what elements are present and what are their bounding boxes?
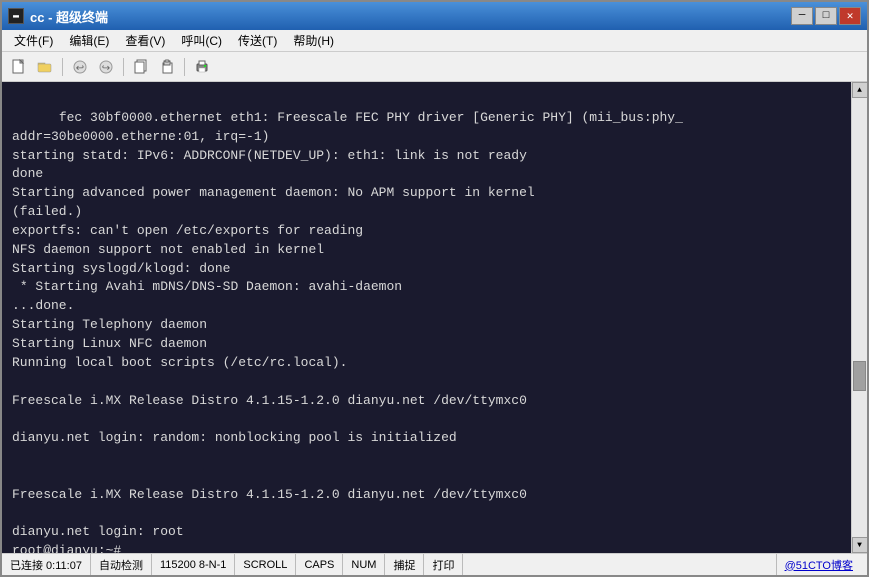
toolbar-print-btn[interactable] xyxy=(191,56,213,78)
title-bar: ▬ cc - 超级终端 ─ □ ✕ xyxy=(2,2,867,30)
scrollbar: ▲ ▼ xyxy=(851,82,867,553)
menu-call[interactable]: 呼叫(C) xyxy=(173,30,230,51)
status-caps: CAPS xyxy=(296,554,343,575)
new-doc-icon xyxy=(11,59,27,75)
status-num: NUM xyxy=(343,554,385,575)
toolbar-paste-btn[interactable] xyxy=(156,56,178,78)
svg-text:↪: ↪ xyxy=(102,63,110,74)
toolbar-open-btn[interactable] xyxy=(34,56,56,78)
back-icon: ↩ xyxy=(72,59,88,75)
menu-view[interactable]: 查看(V) xyxy=(117,30,173,51)
forward-icon: ↪ xyxy=(98,59,114,75)
toolbar-sep-1 xyxy=(62,58,63,76)
toolbar-forward-btn[interactable]: ↪ xyxy=(95,56,117,78)
menu-bar: 文件(F) 编辑(E) 查看(V) 呼叫(C) 传送(T) 帮助(H) xyxy=(2,30,867,52)
window-title: cc - 超级终端 xyxy=(30,7,108,26)
close-button[interactable]: ✕ xyxy=(839,7,861,25)
status-scroll: SCROLL xyxy=(235,554,296,575)
svg-text:↩: ↩ xyxy=(76,63,84,74)
status-bar: 已连接 0:11:07 自动检测 115200 8-N-1 SCROLL CAP… xyxy=(2,553,867,575)
menu-help[interactable]: 帮助(H) xyxy=(285,30,342,51)
scrollbar-track[interactable] xyxy=(852,98,867,537)
terminal-text: fec 30bf0000.ethernet eth1: Freescale FE… xyxy=(12,110,683,553)
status-auto-detect: 自动检测 xyxy=(91,554,152,575)
menu-file[interactable]: 文件(F) xyxy=(6,30,61,51)
toolbar-copy-btn[interactable] xyxy=(130,56,152,78)
toolbar-back-btn[interactable]: ↩ xyxy=(69,56,91,78)
open-icon xyxy=(37,59,53,75)
status-site: @51CTO博客 xyxy=(776,554,861,575)
scrollbar-up-btn[interactable]: ▲ xyxy=(852,82,868,98)
window-controls: ─ □ ✕ xyxy=(791,7,861,25)
scrollbar-down-btn[interactable]: ▼ xyxy=(852,537,868,553)
menu-edit[interactable]: 编辑(E) xyxy=(61,30,117,51)
terminal-output[interactable]: fec 30bf0000.ethernet eth1: Freescale FE… xyxy=(2,82,851,553)
status-baud: 115200 8-N-1 xyxy=(152,554,235,575)
terminal-wrapper: fec 30bf0000.ethernet eth1: Freescale FE… xyxy=(2,82,867,553)
toolbar-sep-2 xyxy=(123,58,124,76)
toolbar-sep-3 xyxy=(184,58,185,76)
scrollbar-thumb[interactable] xyxy=(853,361,866,391)
minimize-button[interactable]: ─ xyxy=(791,7,813,25)
main-window: ▬ cc - 超级终端 ─ □ ✕ 文件(F) 编辑(E) 查看(V) 呼叫(C… xyxy=(0,0,869,577)
title-bar-left: ▬ cc - 超级终端 xyxy=(8,7,108,26)
toolbar: ↩ ↪ xyxy=(2,52,867,82)
toolbar-new-btn[interactable] xyxy=(8,56,30,78)
print-icon xyxy=(194,59,210,75)
maximize-button[interactable]: □ xyxy=(815,7,837,25)
status-capture: 捕捉 xyxy=(385,554,424,575)
paste-icon xyxy=(159,59,175,75)
menu-transfer[interactable]: 传送(T) xyxy=(230,30,285,51)
status-print: 打印 xyxy=(424,554,463,575)
copy-icon xyxy=(133,59,149,75)
status-connected: 已连接 0:11:07 xyxy=(8,554,91,575)
app-icon: ▬ xyxy=(8,8,24,24)
